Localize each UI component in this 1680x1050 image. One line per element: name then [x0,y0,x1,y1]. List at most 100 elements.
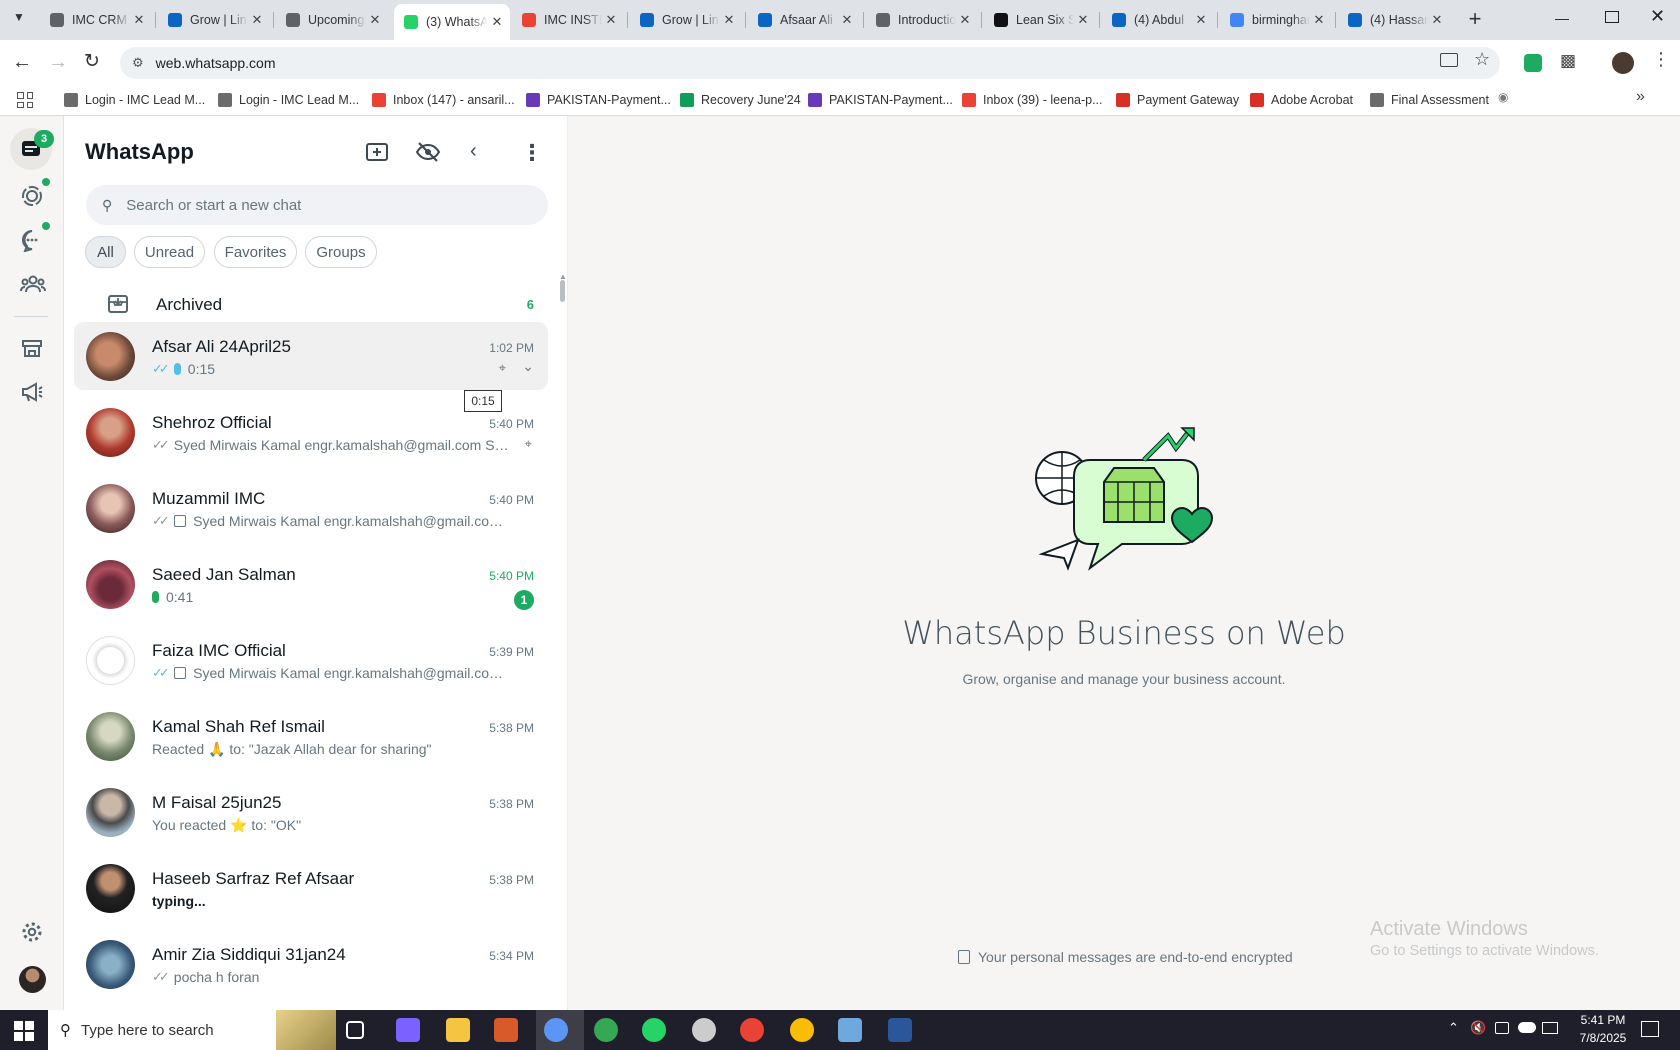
browser-menu-icon[interactable]: ⋮ [1652,49,1670,70]
chat-row[interactable]: M Faisal 25jun25 You reacted ⭐ to: "OK" 5:… [74,778,548,846]
channels-icon[interactable] [20,228,44,253]
address-bar[interactable]: ⚙ web.whatsapp.com [120,47,1500,79]
apps-grid-icon[interactable] [17,92,33,108]
advertise-megaphone-icon[interactable] [20,380,44,404]
collapse-chevron-icon[interactable]: ‹ [470,140,477,163]
chat-row[interactable]: Kamal Shah Ref Ismail Reacted 🙏 to: "Jaza… [74,702,548,770]
bookmark-item[interactable]: Inbox (147) - ansaril... [372,90,515,110]
volume-muted-icon[interactable]: 🔇 [1470,1020,1486,1036]
filter-favorites[interactable]: Favorites [214,236,297,268]
extensions-icon[interactable]: ▩ [1560,51,1576,71]
close-tab-icon[interactable]: ✕ [1310,12,1328,28]
new-chat-icon[interactable] [366,142,388,162]
catalog-store-icon[interactable] [20,336,44,360]
status-icon[interactable] [20,184,44,208]
chat-row[interactable]: Haseeb Sarfraz Ref Afsaar typing... 5:38 P… [74,854,548,922]
file-explorer-icon[interactable] [446,1018,470,1042]
browser-tab[interactable]: Afsaar Ali ✕ [748,6,860,34]
browser-tab[interactable]: IMC INSTITUTE✕ [512,6,624,34]
settings-icon[interactable] [20,920,44,944]
notepad-icon[interactable] [838,1018,862,1042]
close-tab-icon[interactable]: ✕ [488,14,506,30]
profile-avatar[interactable] [19,966,46,993]
copilot-icon[interactable] [396,1018,420,1042]
chat-row[interactable]: Afsar Ali 24April25 ✓✓ 0:15 1:02 PM ⌖ ⌄ [74,322,548,390]
browser-tab[interactable]: (4) Abdul ✕ [1102,6,1214,34]
close-tab-icon[interactable]: ✕ [1428,12,1446,28]
chat-row[interactable]: Amir Zia Siddiqui 31jan24 ✓✓ pocha h foran… [74,930,548,998]
close-tab-icon[interactable]: ✕ [720,12,738,28]
bookmark-star-icon[interactable]: ☆ [1474,49,1490,70]
hide-eye-icon[interactable] [415,142,441,162]
meet-now-icon[interactable] [1495,1022,1509,1034]
close-tab-icon[interactable]: ✕ [130,12,148,28]
bookmark-item[interactable]: Payment Gateway [1116,90,1239,110]
onedrive-icon[interactable] [1518,1022,1536,1033]
menu-kebab-icon[interactable]: ⋮ [521,140,543,166]
browser-tab[interactable]: birmingham✕ [1220,6,1332,34]
chat-list-scrollbar[interactable] [560,280,565,302]
notification-center-icon[interactable] [1641,1021,1659,1037]
close-tab-icon[interactable]: ✕ [1192,12,1210,28]
more-bookmarks-icon[interactable]: » [1636,88,1645,106]
browser-tab[interactable]: IMC CRM ✕ [40,6,152,34]
forward-button[interactable]: → [48,51,68,74]
chat-row[interactable]: Faiza IMC Official ✓✓ Syed Mirwais Kamal e… [74,626,548,694]
close-tab-icon[interactable]: ✕ [602,12,620,28]
install-app-icon[interactable] [1440,53,1458,67]
communities-icon[interactable] [20,272,46,296]
close-tab-icon[interactable]: ✕ [956,12,974,28]
bookmark-overflow-icon[interactable]: ◉ [1498,90,1512,104]
network-icon[interactable] [1542,1022,1558,1034]
pinned-app-icon[interactable] [494,1018,518,1042]
whatsapp-icon[interactable] [642,1018,666,1042]
bookmark-item[interactable]: Final Assessment [1370,90,1489,110]
search-input[interactable]: ⚲ Search or start a new chat [86,185,548,225]
bookmark-item[interactable]: Recovery June'24 [680,90,801,110]
whatsapp-extension-icon[interactable] [1524,54,1542,72]
browser-tab[interactable]: Lean Six Sigma✕ [984,6,1096,34]
filter-all[interactable]: All [85,236,126,268]
profile-avatar[interactable] [1612,52,1634,74]
chrome-icon[interactable] [740,1018,764,1042]
browser-tab[interactable]: (3) WhatsApp✕ [394,4,510,40]
browser-tab[interactable]: (4) Hassan ✕ [1338,6,1450,34]
tab-search-button[interactable]: ▼ [8,10,30,30]
close-window-button[interactable]: ✕ [1650,6,1670,26]
filter-groups[interactable]: Groups [305,236,377,268]
reload-button[interactable]: ↻ [84,50,100,73]
browser-tab[interactable]: Grow | LinkedIn✕ [630,6,742,34]
bookmark-item[interactable]: Adobe Acrobat [1250,90,1353,110]
site-info-icon[interactable]: ⚙ [132,55,144,71]
bookmark-item[interactable]: PAKISTAN-Payment... [526,90,671,110]
scroll-up-arrow[interactable]: ▲ [559,272,567,281]
bookmark-item[interactable]: Inbox (39) - leena-p... [962,90,1103,110]
filter-unread[interactable]: Unread [134,236,205,268]
bookmark-item[interactable]: Login - IMC Lead M... [64,90,205,110]
back-button[interactable]: ← [12,51,32,74]
archived-row[interactable]: Archived 6 [74,284,548,324]
bookmark-item[interactable]: PAKISTAN-Payment... [808,90,953,110]
tray-chevron-icon[interactable]: ⌃ [1448,1020,1459,1036]
clock-app-icon[interactable] [692,1018,716,1042]
close-tab-icon[interactable]: ✕ [248,12,266,28]
browser-tab[interactable]: Grow | LinkedIn✕ [158,6,270,34]
chrome-icon[interactable] [594,1018,618,1042]
restore-window-button[interactable] [1605,11,1619,23]
chrome-icon[interactable] [790,1018,814,1042]
clock-time[interactable]: 5:41 PM [1574,1013,1632,1027]
close-tab-icon[interactable]: ✕ [1074,12,1092,28]
close-tab-icon[interactable]: ✕ [838,12,856,28]
minimize-window-button[interactable]: — [1555,10,1575,30]
task-view-icon[interactable] [346,1021,364,1039]
close-tab-icon[interactable]: ✕ [366,12,384,28]
word-icon[interactable] [888,1018,912,1042]
browser-tab[interactable]: Upcoming ✕ [276,6,388,34]
windows-start-icon[interactable] [14,1021,34,1041]
chat-options-chevron-icon[interactable]: ⌄ [522,358,534,375]
clock-date[interactable]: 7/8/2025 [1574,1031,1632,1045]
chat-row[interactable]: Muzammil IMC ✓✓ Syed Mirwais Kamal engr.ka… [74,474,548,542]
bookmark-item[interactable]: Login - IMC Lead M... [218,90,359,110]
taskbar-search-box[interactable]: ⚲ Type here to search [48,1010,336,1050]
chat-row[interactable]: Saeed Jan Salman 0:41 5:40 PM 1 [74,550,548,618]
